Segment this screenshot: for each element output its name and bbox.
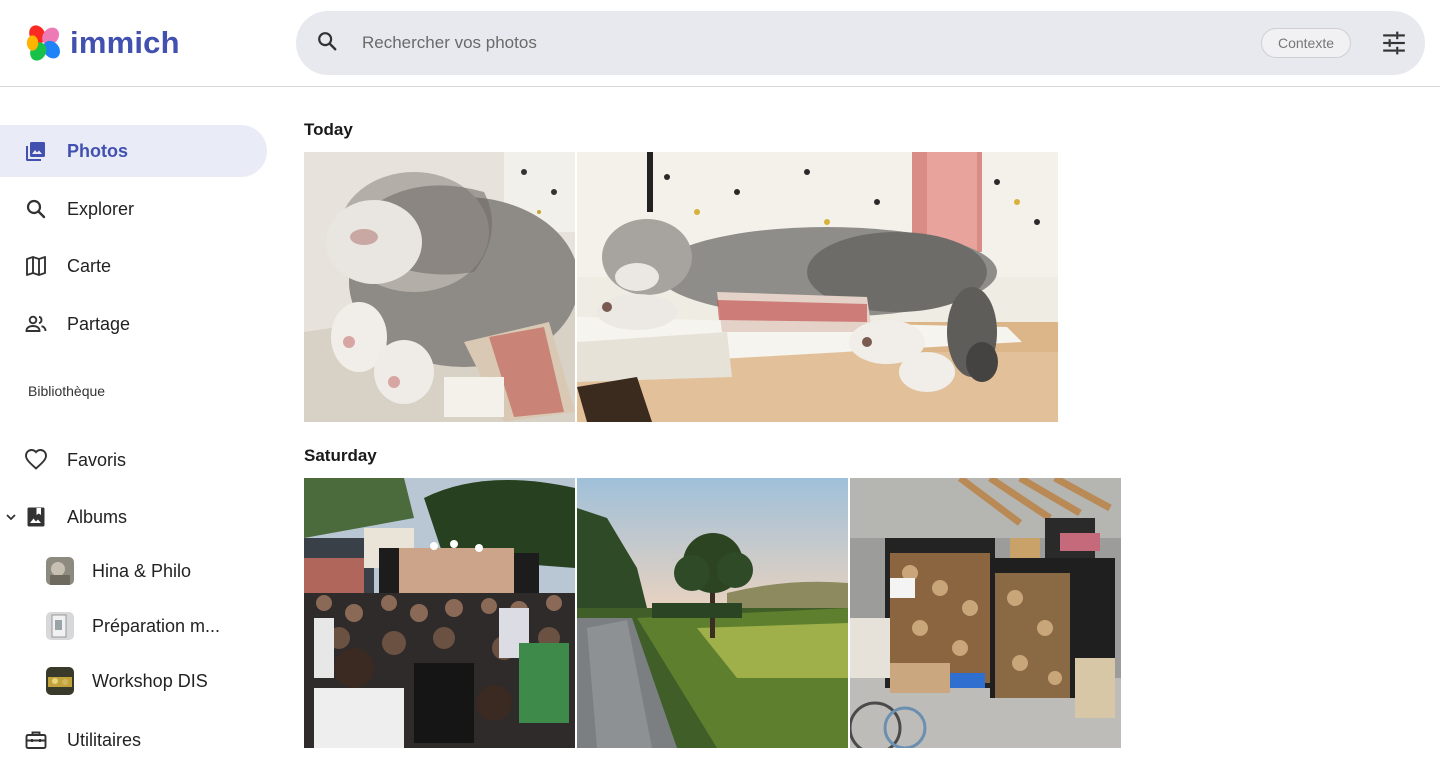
- app-logo[interactable]: immich: [24, 24, 180, 62]
- photo-thumbnail[interactable]: [304, 478, 575, 748]
- sidebar-item-label: Explorer: [67, 198, 135, 219]
- context-search-button[interactable]: Contexte: [1261, 28, 1351, 58]
- chevron-down-icon[interactable]: [4, 510, 18, 524]
- album-item-hina-philo[interactable]: Hina & Philo: [46, 556, 191, 586]
- sidebar-item-label: Favoris: [67, 449, 127, 470]
- top-bar: immich Contexte: [0, 0, 1440, 87]
- album-thumbnail: [46, 557, 74, 585]
- people-icon: [25, 315, 47, 332]
- photo-thumbnail[interactable]: [304, 152, 575, 422]
- sleeping-kitten-image: [304, 152, 575, 422]
- album-icon: [27, 507, 45, 527]
- concert-crowd-image: [304, 478, 575, 748]
- country-road-image: [577, 478, 848, 748]
- heart-icon: [25, 449, 47, 470]
- date-group-title: Today: [304, 120, 353, 139]
- date-group-title: Saturday: [304, 446, 377, 465]
- photos-icon: [26, 142, 45, 161]
- kitten-on-book-image: [577, 152, 1058, 422]
- map-icon: [26, 256, 46, 276]
- album-item-workshop-dis[interactable]: Workshop DIS: [46, 666, 208, 696]
- sidebar-item-label: Carte: [67, 255, 112, 276]
- toolbox-icon: [25, 731, 47, 749]
- photo-thumbnail[interactable]: [577, 478, 848, 748]
- album-thumbnail: [46, 612, 74, 640]
- album-thumbnail: [46, 667, 74, 695]
- album-label: Hina & Philo: [92, 560, 192, 581]
- search-icon: [26, 199, 46, 219]
- sidebar-item-label: Partage: [67, 313, 131, 334]
- tune-filter-icon[interactable]: [1381, 30, 1407, 56]
- sidebar-item-label: Albums: [67, 506, 128, 527]
- firewood-shed-image: [850, 478, 1121, 748]
- library-section-title: Bibliothèque: [28, 383, 106, 399]
- immich-logo-icon: [26, 25, 60, 61]
- album-item-preparation[interactable]: Préparation m...: [46, 611, 220, 641]
- app-name: immich: [70, 25, 180, 60]
- album-label: Workshop DIS: [92, 670, 208, 691]
- search-icon[interactable]: [316, 30, 338, 52]
- photo-thumbnail[interactable]: [577, 152, 1058, 422]
- sidebar-item-label: Utilitaires: [67, 729, 142, 750]
- sidebar-item-label: Photos: [67, 140, 128, 161]
- search-input[interactable]: [362, 24, 1222, 62]
- sidebar-item-photos[interactable]: Photos: [0, 125, 267, 177]
- album-label: Préparation m...: [92, 615, 221, 636]
- photo-thumbnail[interactable]: [850, 478, 1121, 748]
